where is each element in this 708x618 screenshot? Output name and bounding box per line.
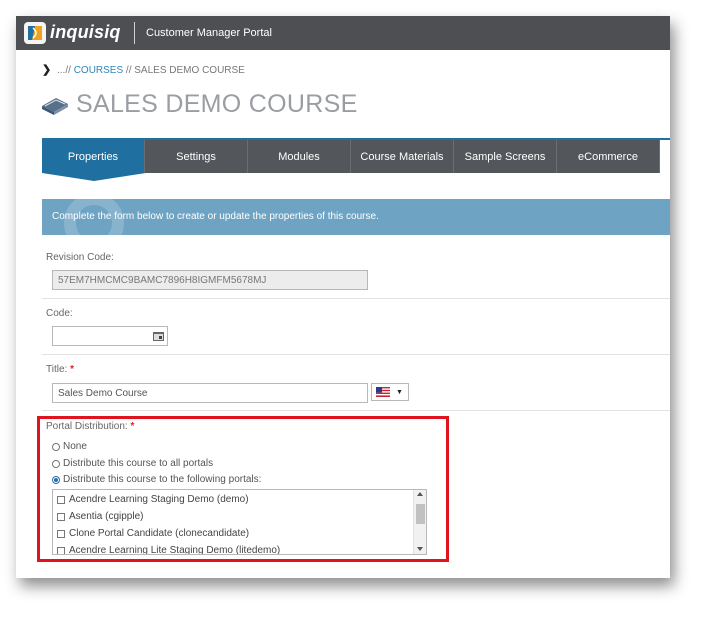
row-divider <box>42 298 670 299</box>
radio-label: None <box>63 441 87 452</box>
tab-sample-screens[interactable]: Sample Screens <box>454 140 557 173</box>
page-title: SALES DEMO COURSE <box>76 90 358 118</box>
tab-modules[interactable]: Modules <box>248 140 351 173</box>
scroll-up-icon[interactable] <box>417 492 423 496</box>
code-label: Code: <box>46 308 73 319</box>
title-label: Title: * <box>46 364 74 375</box>
tab-ecommerce[interactable]: eCommerce <box>557 140 660 173</box>
portal-label: Clone Portal Candidate (clonecandidate) <box>69 528 250 539</box>
scrollbar[interactable] <box>413 490 426 554</box>
radio-label: Distribute this course to all portals <box>63 458 214 469</box>
row-divider <box>42 410 670 411</box>
portal-item-demo[interactable]: Acendre Learning Staging Demo (demo) <box>57 494 249 505</box>
portal-list[interactable]: Acendre Learning Staging Demo (demo) Ase… <box>52 489 427 555</box>
title-input[interactable]: Sales Demo Course <box>52 383 368 403</box>
required-mark: * <box>70 364 74 375</box>
tab-properties[interactable]: Properties <box>42 140 145 173</box>
banner-text: Complete the form below to create or upd… <box>52 211 379 222</box>
portal-distribution-label: Portal Distribution: * <box>46 421 134 432</box>
portal-distribution-label-text: Portal Distribution: <box>46 421 128 432</box>
portal-label: Asentia (cgipple) <box>69 511 144 522</box>
calendar-icon[interactable] <box>153 331 164 341</box>
required-mark: * <box>130 421 135 432</box>
scroll-down-icon[interactable] <box>417 547 423 551</box>
radio-label: Distribute this course to the following … <box>63 474 262 485</box>
chevron-right-icon: ❯ <box>42 64 52 76</box>
portal-item-litedemo[interactable]: Acendre Learning Lite Staging Demo (lite… <box>57 545 281 555</box>
checkbox[interactable] <box>57 529 65 538</box>
app-window: inquisiq Customer Manager Portal ❯ ...//… <box>16 16 670 578</box>
radio-button[interactable] <box>52 459 60 468</box>
title-label-text: Title: <box>46 364 68 375</box>
logo-text: inquisiq <box>50 22 121 42</box>
code-field[interactable] <box>52 326 168 346</box>
breadcrumb-current: SALES DEMO COURSE <box>134 65 245 76</box>
tab-settings[interactable]: Settings <box>145 140 248 173</box>
revision-code-field: 57EM7HMCMC9BAMC7896H8IGMFM5678MJ <box>52 270 368 290</box>
book-icon <box>42 98 68 115</box>
tab-bar: Properties Settings Modules Course Mater… <box>42 140 660 173</box>
caret-down-icon: ▼ <box>396 388 403 396</box>
breadcrumb-prefix: ...// <box>57 65 71 76</box>
us-flag-icon <box>376 387 390 397</box>
breadcrumb: ❯ ...// COURSES // SALES DEMO COURSE <box>42 63 245 76</box>
breadcrumb-courses-link[interactable]: COURSES <box>74 65 123 76</box>
portal-item-clonecandidate[interactable]: Clone Portal Candidate (clonecandidate) <box>57 528 249 539</box>
portal-label: Acendre Learning Lite Staging Demo (lite… <box>69 545 281 555</box>
portal-name: Customer Manager Portal <box>146 27 272 39</box>
checkbox[interactable] <box>57 512 65 521</box>
logo-icon[interactable] <box>24 22 46 44</box>
breadcrumb-separator: // <box>125 65 132 76</box>
info-banner: Complete the form below to create or upd… <box>42 199 670 235</box>
scrollbar-thumb[interactable] <box>416 504 425 524</box>
tab-course-materials[interactable]: Course Materials <box>351 140 454 173</box>
active-tab-pointer <box>42 173 146 181</box>
radio-button[interactable] <box>52 442 60 451</box>
revision-code-label: Revision Code: <box>46 252 114 263</box>
row-divider <box>42 354 670 355</box>
language-select[interactable]: ▼ <box>371 383 409 401</box>
checkbox[interactable] <box>57 546 65 554</box>
radio-none[interactable]: None <box>52 441 87 452</box>
radio-button[interactable] <box>52 475 60 484</box>
checkbox[interactable] <box>57 495 65 504</box>
top-bar: inquisiq Customer Manager Portal <box>16 16 670 50</box>
portal-label: Acendre Learning Staging Demo (demo) <box>69 494 249 505</box>
radio-all-portals[interactable]: Distribute this course to all portals <box>52 458 213 469</box>
radio-following-portals[interactable]: Distribute this course to the following … <box>52 474 261 485</box>
header-divider <box>134 22 135 44</box>
portal-item-cgipple[interactable]: Asentia (cgipple) <box>57 511 143 522</box>
